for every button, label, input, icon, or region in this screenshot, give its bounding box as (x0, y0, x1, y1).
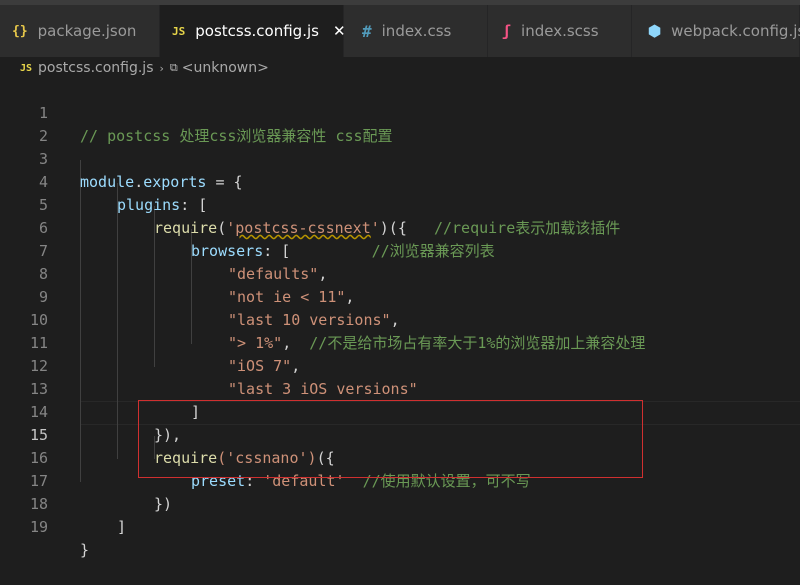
js-file-icon: JS (20, 62, 33, 74)
code-token: ] (117, 518, 127, 536)
annotation-highlight-box (138, 400, 643, 478)
code-line: 1 // postcss 处理css浏览器兼容性 css配置 (0, 79, 800, 145)
editor-tab-bar: {} package.json JS postcss.config.js ✕ #… (0, 5, 800, 57)
line-number: 19 (29, 518, 48, 536)
webpack-file-icon: ⬢ (648, 22, 662, 40)
code-line: 6 browsers: [ //浏览器兼容列表 (0, 194, 800, 260)
tab-label: webpack.config.js (671, 22, 800, 40)
symbol-icon: ⧉ (169, 61, 178, 74)
code-line: 3 module.exports = { (0, 125, 800, 191)
code-line: 10 "> 1%", //不是给市场占有率大于1%的浏览器加上兼容处理 (0, 286, 800, 352)
breadcrumb-symbol[interactable]: <unknown> (182, 60, 269, 76)
json-file-icon: {} (12, 23, 28, 39)
breadcrumb-file[interactable]: postcss.config.js (38, 60, 153, 76)
code-line: 14 }), (0, 378, 800, 444)
tab-label: index.scss (521, 22, 599, 40)
tab-package-json[interactable]: {} package.json (0, 5, 160, 57)
code-line: 19 } (0, 493, 800, 559)
tab-postcss-config-js[interactable]: JS postcss.config.js ✕ (160, 5, 346, 57)
code-line: 9 "last 10 versions", (0, 263, 800, 329)
tab-index-scss[interactable]: ʃ index.scss (488, 5, 632, 57)
code-editor[interactable]: 1 // postcss 处理css浏览器兼容性 css配置 2 3 modul… (0, 79, 800, 563)
tab-label: postcss.config.js (195, 22, 319, 40)
code-line: 5 require('postcss-cssnext')({ //require… (0, 171, 800, 237)
breadcrumb: JS postcss.config.js › ⧉ <unknown> (0, 57, 800, 79)
code-line: 4 plugins: [ (0, 148, 800, 214)
code-line: 11 "iOS 7", (0, 309, 800, 375)
tab-index-css[interactable]: # index.css (344, 5, 488, 57)
code-line: 13 ] (0, 355, 800, 421)
chevron-right-icon: › (159, 61, 164, 75)
css-file-icon: # (362, 21, 372, 41)
tab-label: package.json (37, 22, 137, 40)
tab-webpack-config-js[interactable]: ⬢ webpack.config.js (632, 5, 800, 57)
code-line: 7 "defaults", (0, 217, 800, 283)
scss-file-icon: ʃ (502, 22, 512, 40)
code-line: 12 "last 3 iOS versions" (0, 332, 800, 398)
js-file-icon: JS (172, 24, 186, 38)
code-line: 2 (0, 102, 800, 145)
tab-label: index.css (381, 22, 452, 40)
code-line: 8 "not ie < 11", (0, 240, 800, 306)
code-token: } (80, 541, 90, 559)
